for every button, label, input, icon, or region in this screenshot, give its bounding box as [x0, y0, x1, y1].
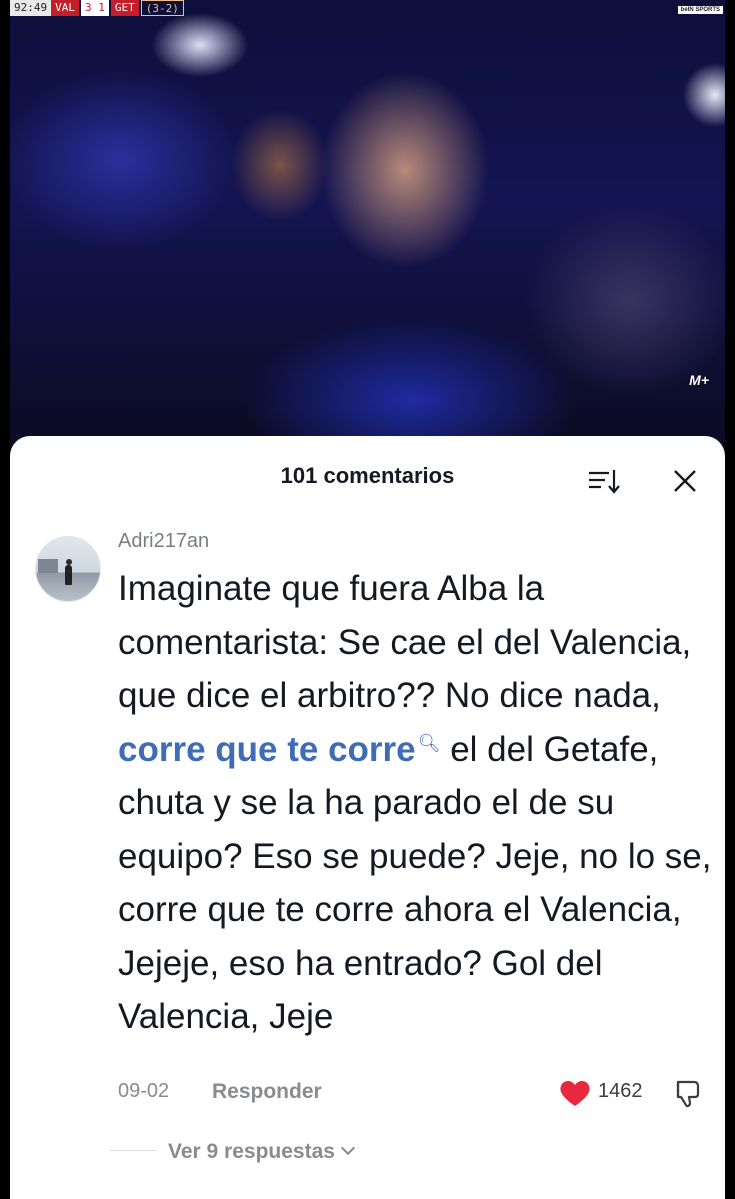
comment-username[interactable]: Adri217an	[118, 530, 209, 553]
comment-date: 09-02	[118, 1080, 170, 1102]
replies-divider	[110, 1150, 156, 1151]
scorebug: 92:49 VAL 3 1 GET (3-2)	[10, 0, 184, 16]
channel-watermark: M+	[689, 372, 709, 388]
aggregate-score: (3-2)	[140, 0, 184, 16]
home-team: VAL	[51, 0, 79, 16]
comment-text-start: Imaginate que fuera Alba la comentarista…	[118, 569, 692, 715]
comment-text-end: el del Getafe, chuta y se la ha parado e…	[118, 729, 712, 1037]
away-team: GET	[110, 0, 139, 16]
score: 3 1	[81, 0, 109, 16]
sort-icon[interactable]	[585, 466, 621, 496]
reply-button[interactable]: Responder	[212, 1080, 322, 1104]
dislike-icon[interactable]	[668, 1078, 702, 1110]
match-clock: 92:49	[10, 0, 52, 16]
close-icon[interactable]	[672, 468, 698, 494]
broadcaster-logo: beIN SPORTS	[677, 6, 723, 14]
comment-text: Imaginate que fuera Alba la comentarista…	[118, 562, 718, 1044]
like-count: 1462	[598, 1080, 643, 1102]
search-icon[interactable]: 🔍︎	[418, 733, 441, 753]
view-replies-button[interactable]: Ver 9 respuestas	[168, 1140, 356, 1164]
comments-sheet: 101 comentarios Adri217an Imaginate que …	[10, 436, 725, 1199]
heart-icon[interactable]	[558, 1078, 592, 1108]
video-frame[interactable]: 92:49 VAL 3 1 GET (3-2) beIN SPORTS M+	[10, 0, 725, 450]
search-link[interactable]: corre que te corre	[118, 730, 416, 769]
view-replies-label: Ver 9 respuestas	[168, 1140, 335, 1163]
chevron-down-icon	[340, 1140, 356, 1156]
avatar[interactable]	[35, 536, 101, 602]
